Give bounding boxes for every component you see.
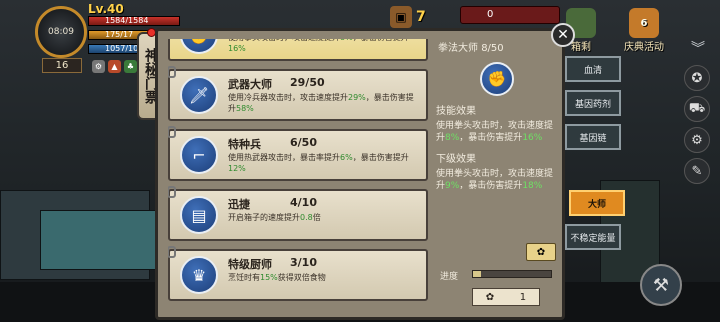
skill-level: 3/10 <box>290 256 317 269</box>
skill-row[interactable]: ⌐ 特种兵 6/50 使用热武器攻击时，暴击率提升6%，暴击伤害提升12% <box>168 126 428 181</box>
category-tab[interactable]: 不稳定能量 <box>565 224 621 250</box>
skill-level: 4/10 <box>290 196 317 209</box>
category-tab[interactable]: 基因药剂 <box>565 90 621 116</box>
clip-icon <box>168 246 176 258</box>
currency-bar[interactable]: 0 <box>460 6 560 24</box>
skill-effect-text: 使用拳头攻击时，攻击速度提升8%，暴击伤害提升16% <box>436 121 554 143</box>
skill-level: 29/50 <box>290 76 325 89</box>
cog-status-icon: ⚙ <box>92 60 105 73</box>
skill-name: 特种兵 <box>228 138 261 151</box>
progress-label: 进度 <box>440 272 459 282</box>
health-bar: 1584/1584 <box>88 16 180 26</box>
skill-row[interactable]: ♛ 特级厨师 3/10 烹饪时有15%获得双倍食物 <box>168 246 428 301</box>
skill-name: 武器大师 <box>228 78 272 91</box>
skill-desc: 使用热武器攻击时，暴击率提升6%，暴击伤害提升12% <box>228 153 409 173</box>
resource-crate[interactable]: ▣ 7 <box>390 6 426 28</box>
day-clock[interactable]: 08:09 <box>35 6 87 58</box>
hammer-icon[interactable]: ⚒ <box>640 264 682 306</box>
player-level: Lv.40 <box>88 2 124 16</box>
celebration-label: 庆典活动 <box>624 42 664 53</box>
skill-level: 6/50 <box>290 136 317 149</box>
skill-name: 迅捷 <box>228 198 250 211</box>
crate-icon: ▣ <box>390 6 412 28</box>
item-count-box[interactable]: ✿ 1 <box>472 288 540 306</box>
category-tab[interactable]: 基因链 <box>565 124 621 150</box>
chest-icon: ▤ <box>180 196 218 234</box>
celebration-icon: 6 <box>629 8 659 38</box>
skill-row[interactable]: 🗡 武器大师 29/50 使用冷兵器攻击时，攻击速度提升29%，暴击伤害提升58% <box>168 66 428 121</box>
settings-gear-icon[interactable]: ⚙ <box>684 127 710 153</box>
fist-icon: ✊ <box>180 39 218 54</box>
clip-icon <box>168 126 176 138</box>
knife-icon: 🗡 <box>180 76 218 114</box>
category-spacer <box>565 158 621 190</box>
close-button[interactable]: ✕ <box>551 23 575 47</box>
skill-row[interactable]: ▤ 迅捷 4/10 开启箱子的速度提升0.8倍 <box>168 186 428 241</box>
skill-list[interactable]: ✊ 使用拳头攻击时，攻击速度提升8%，暴击伤害提升16% 🗡 武器大师 29/50 使用冷… <box>168 39 428 319</box>
close-icon: ✕ <box>557 27 569 43</box>
skill-desc: 使用冷兵器攻击时，攻击速度提升29%，暴击伤害提升58% <box>228 93 414 113</box>
detail-level: 8/50 <box>481 43 504 54</box>
next-effect-label: 下级效果 <box>436 154 476 165</box>
celebration-event-button[interactable]: 6 庆典活动 <box>624 8 664 53</box>
skill-row[interactable]: ✊ 使用拳头攻击时，攻击速度提升8%，暴击伤害提升16% <box>168 39 428 61</box>
cart-icon[interactable]: ⛟ <box>684 96 710 122</box>
clip-icon <box>168 186 176 198</box>
progress-bar <box>472 270 552 278</box>
tools-icon[interactable]: ✎ <box>684 158 710 184</box>
detail-name: 拳法大师 <box>438 43 478 54</box>
item-count: 1 <box>519 291 527 303</box>
category-tab[interactable]: 血清 <box>565 56 621 82</box>
clip-icon <box>168 66 176 78</box>
skill-desc: 开启箱子的速度提升0.8倍 <box>228 213 321 222</box>
crate-count: 7 <box>416 9 426 25</box>
category-tabs: 血清基因药剂基因链大师不稳定能量 <box>565 56 625 258</box>
background-container <box>40 210 160 270</box>
collapse-chevron-icon[interactable]: ︾ <box>684 36 712 60</box>
upgrade-badge-button[interactable]: ✿ <box>526 243 556 261</box>
skill-desc: 使用拳头攻击时，攻击速度提升8%，暴击伤害提升16% <box>228 39 409 53</box>
skill-name: 特级厨师 <box>228 258 272 271</box>
plant-status-icon: ♣ <box>124 60 137 73</box>
medal-icon[interactable]: ✪ <box>684 65 710 91</box>
category-tab[interactable]: 大师 <box>569 190 625 216</box>
chef-hat-icon: ♛ <box>180 256 218 294</box>
fist-icon: ✊ <box>480 62 514 96</box>
skill-desc: 烹饪时有15%获得双倍食物 <box>228 273 326 282</box>
next-effect-text: 使用拳头攻击时，攻击速度提升9%，暴击伤害提升18% <box>436 169 554 191</box>
progress-fill <box>473 271 481 277</box>
skill-effect-label: 技能效果 <box>436 106 476 117</box>
badge-icon: ✿ <box>536 246 546 258</box>
buff-status-icon: ▲ <box>108 60 121 73</box>
skill-detail: 拳法大师 8/50 ✊ 技能效果 使用拳头攻击时，攻击速度提升8%，暴击伤害提升… <box>436 39 558 315</box>
detail-title: 拳法大师 8/50 <box>438 39 558 54</box>
badge-small-icon: ✿ <box>485 291 495 303</box>
right-toolbar: ︾ ✪ ⛟ ⚙ ✎ <box>684 36 712 184</box>
master-skills-panel: ✊ 使用拳头攻击时，攻击速度提升8%，暴击伤害提升16% 🗡 武器大师 29/50 使用冷… <box>155 28 565 320</box>
rifle-icon: ⌐ <box>180 136 218 174</box>
day-counter: 16 <box>42 58 82 73</box>
